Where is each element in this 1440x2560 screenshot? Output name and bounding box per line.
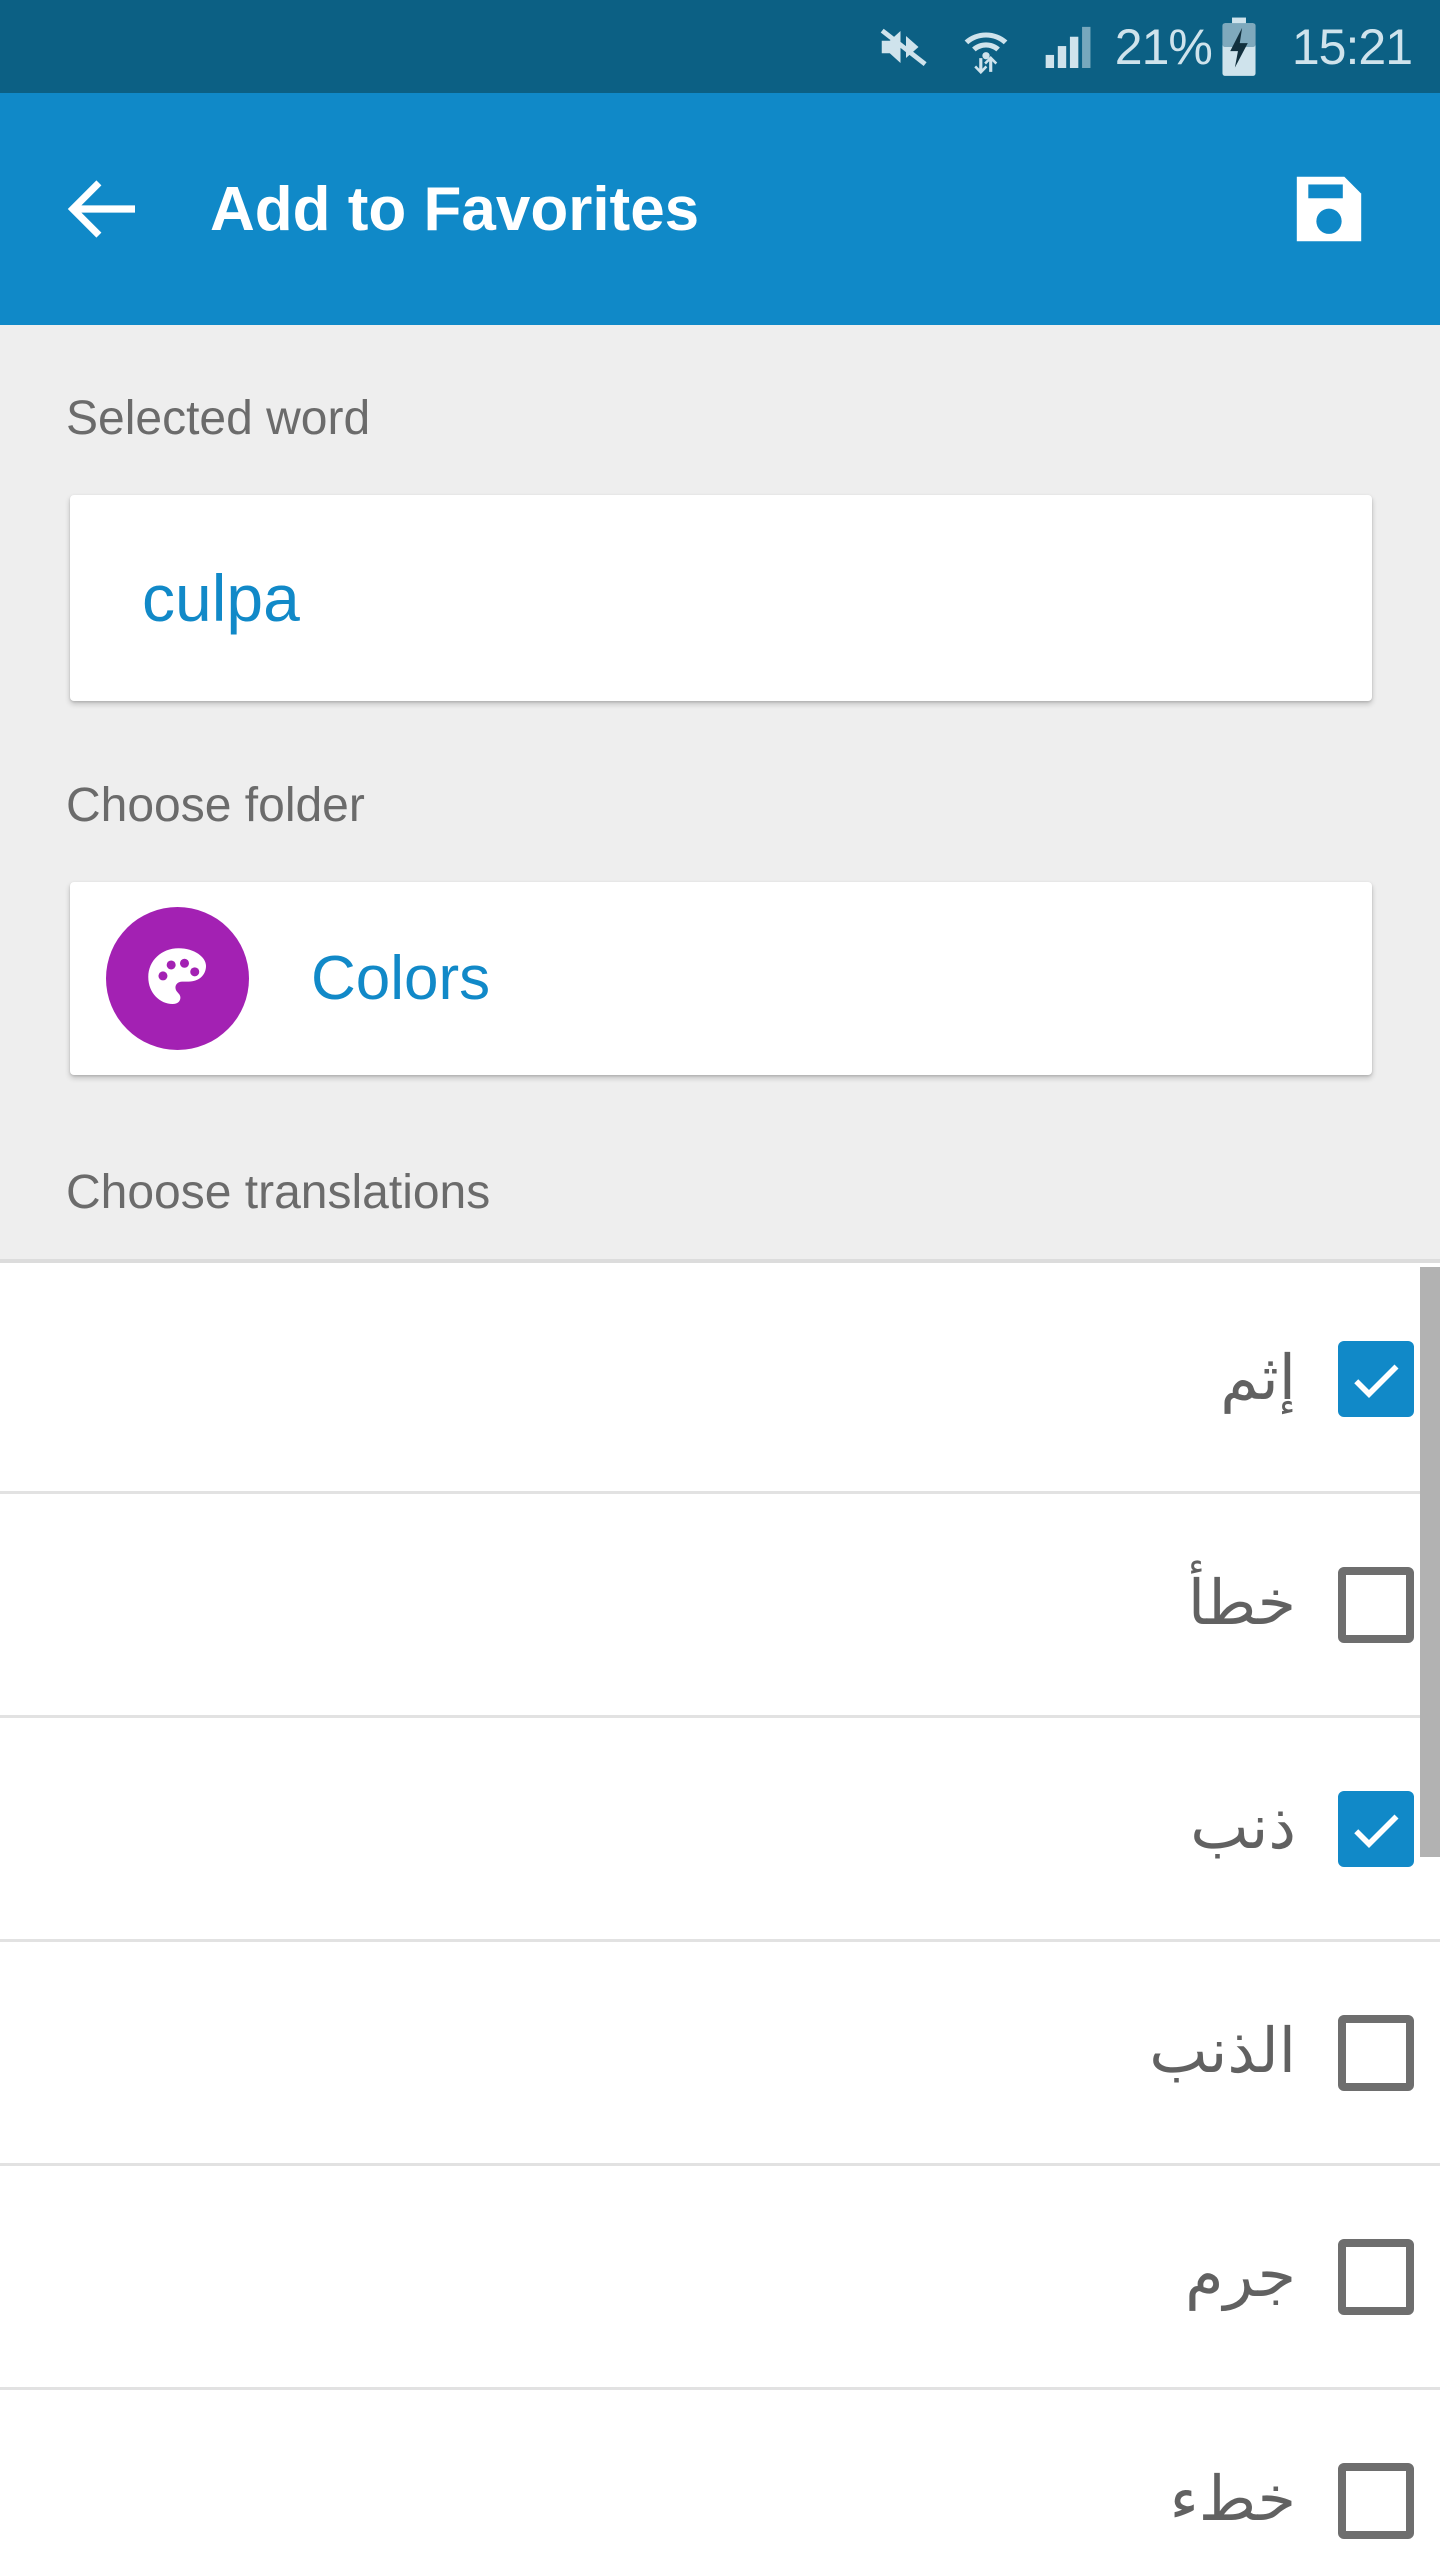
back-arrow-icon[interactable]	[44, 150, 162, 268]
checkbox-unchecked[interactable]	[1338, 2014, 1414, 2091]
translation-text: إثم	[1220, 1343, 1296, 1413]
selected-word-label: Selected word	[66, 392, 371, 445]
translation-row[interactable]: خطء	[0, 2387, 1440, 2560]
palette-icon	[106, 907, 249, 1050]
folder-selector[interactable]: Colors	[70, 882, 1372, 1075]
translation-row[interactable]: الذنب	[0, 1939, 1440, 2163]
mute-icon	[873, 17, 933, 77]
status-bar: 21% 15:21	[0, 0, 1440, 93]
translations-list[interactable]: إثم خطأ ذنب الذنب جرم خطء	[0, 1267, 1440, 2560]
list-scrollbar[interactable]	[1420, 1267, 1440, 2560]
translation-row[interactable]: خطأ	[0, 1491, 1440, 1715]
app-screen: 21% 15:21 Add to Favorites Selected word…	[0, 0, 1440, 2560]
battery-charging-icon	[1216, 17, 1262, 77]
wifi-icon	[957, 17, 1015, 77]
translation-row[interactable]: ذنب	[0, 1715, 1440, 1939]
translation-text: خطء	[1169, 2465, 1296, 2535]
status-clock: 15:21	[1291, 18, 1413, 75]
check-icon	[1354, 1814, 1399, 1848]
page-title: Add to Favorites	[210, 174, 700, 244]
check-icon	[1354, 1364, 1399, 1398]
selected-word-field[interactable]: culpa	[70, 495, 1372, 701]
translation-text: الذنب	[1149, 2017, 1296, 2087]
translation-text: ذنب	[1190, 1793, 1296, 1863]
translation-text: جرم	[1185, 2241, 1296, 2311]
checkbox-unchecked[interactable]	[1338, 1566, 1414, 1643]
folder-name: Colors	[311, 944, 491, 1013]
save-floppy-icon[interactable]	[1274, 154, 1384, 264]
choose-folder-label: Choose folder	[66, 779, 365, 832]
cellular-signal-icon	[1041, 17, 1097, 77]
choose-translations-label: Choose translations	[66, 1166, 491, 1219]
list-scrollbar-thumb[interactable]	[1420, 1267, 1440, 1857]
translation-row[interactable]: جرم	[0, 2163, 1440, 2387]
checkbox-unchecked[interactable]	[1338, 2462, 1414, 2539]
checkbox-unchecked[interactable]	[1338, 2238, 1414, 2315]
checkbox-checked[interactable]	[1338, 1341, 1414, 1417]
translation-row[interactable]: إثم	[0, 1267, 1440, 1491]
battery-percent-label: 21%	[1114, 18, 1213, 75]
translation-text: خطأ	[1187, 1569, 1296, 1639]
selected-word-value: culpa	[142, 561, 300, 635]
checkbox-checked[interactable]	[1338, 1790, 1414, 1867]
app-bar: Add to Favorites	[0, 93, 1440, 325]
